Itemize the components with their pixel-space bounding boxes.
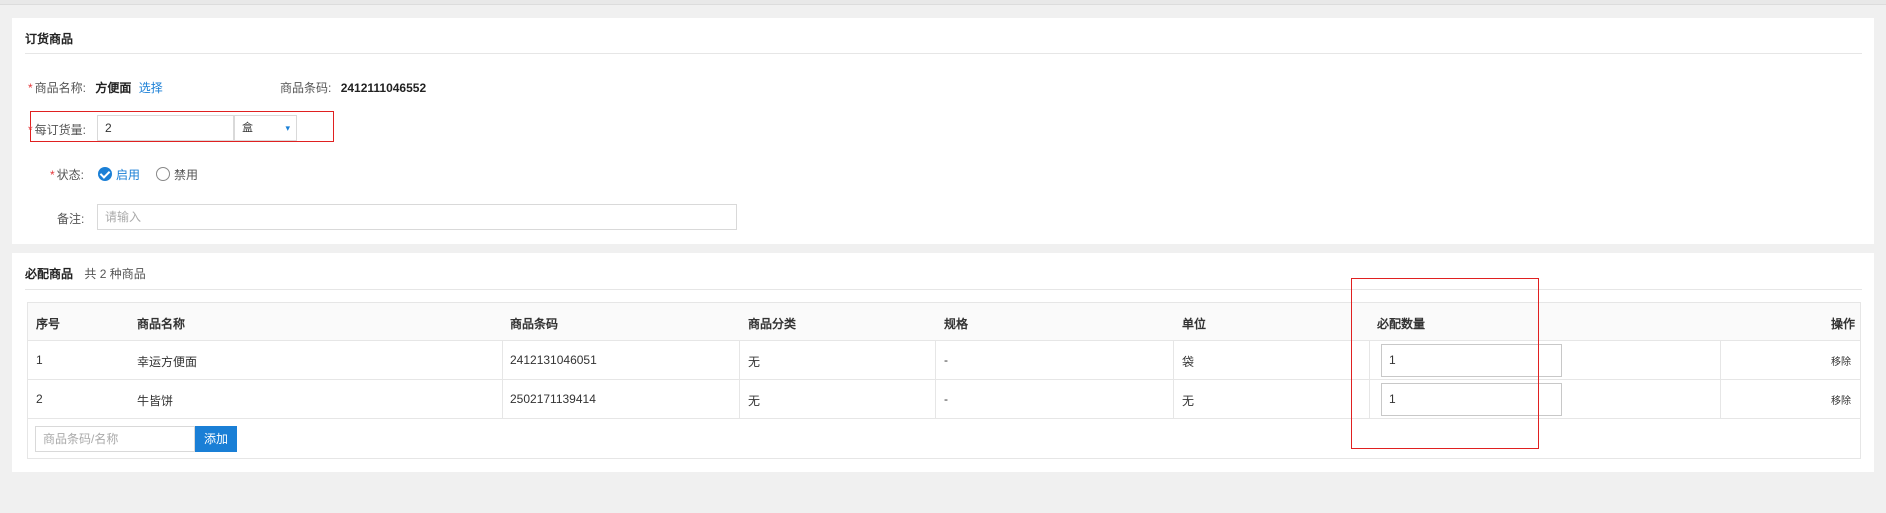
table-header: 序号 商品名称 商品条码 商品分类 规格 单位 必配数量 操作 xyxy=(28,303,1860,341)
radio-disabled-icon[interactable] xyxy=(156,167,170,181)
divider xyxy=(25,289,1862,290)
col-category: 商品分类 xyxy=(748,317,797,331)
row-name: 幸运方便面 xyxy=(137,355,198,369)
remove-link[interactable]: 移除 xyxy=(1831,353,1851,368)
col-action: 操作 xyxy=(1831,317,1856,331)
table-row: 2 牛皆饼 2502171139414 无 - 无 1 移除 xyxy=(28,380,1860,419)
col-divider xyxy=(1173,341,1174,419)
barcode-value: 2412111046552 xyxy=(340,81,427,95)
dropdown-arrow-icon: ▾ xyxy=(285,123,290,133)
row-category: 无 xyxy=(748,355,761,369)
radio-enabled-icon[interactable] xyxy=(98,167,112,181)
row-index: 1 xyxy=(36,353,43,367)
required-mark: * xyxy=(28,81,33,95)
section-title: 必配商品 共 2 种商品 xyxy=(25,265,146,282)
add-button[interactable]: 添加 xyxy=(195,426,237,452)
unit-select[interactable]: 盒 ▾ xyxy=(234,115,297,141)
product-search-input[interactable]: 商品条码/名称 xyxy=(35,426,195,452)
barcode-label: 商品条码: xyxy=(280,81,332,95)
col-index: 序号 xyxy=(36,317,61,331)
row-spec: - xyxy=(944,353,948,367)
remove-link[interactable]: 移除 xyxy=(1831,392,1851,407)
row-barcode: 2412131046051 xyxy=(510,353,597,367)
col-divider xyxy=(935,341,936,419)
product-name-value: 方便面 xyxy=(95,81,132,95)
radio-disabled-label[interactable]: 禁用 xyxy=(174,166,198,183)
col-spec: 规格 xyxy=(944,317,969,331)
order-product-panel: 订货商品 * 商品名称: 方便面 选择 商品条码: 2412111046552 *… xyxy=(12,18,1874,244)
col-divider xyxy=(502,341,503,419)
row-spec: - xyxy=(944,392,948,406)
qty-label: 每订货量: xyxy=(34,123,87,137)
section-title: 订货商品 xyxy=(25,32,74,46)
barcode-field: 商品条码: 2412111046552 xyxy=(280,79,426,96)
remark-label: 备注: xyxy=(57,212,85,226)
remark-input[interactable]: 请输入 xyxy=(97,204,737,230)
qty-label-wrap: * 每订货量: xyxy=(28,121,86,138)
row-category: 无 xyxy=(748,394,761,408)
product-name-field: * 商品名称: 方便面 选择 xyxy=(28,79,163,96)
col-divider xyxy=(739,341,740,419)
col-unit: 单位 xyxy=(1182,317,1207,331)
highlight-box-required-qty xyxy=(1351,278,1539,449)
select-product-link[interactable]: 选择 xyxy=(139,81,163,95)
divider xyxy=(25,53,1862,54)
col-barcode: 商品条码 xyxy=(510,317,559,331)
col-divider xyxy=(1720,341,1721,419)
required-title: 必配商品 xyxy=(25,267,74,281)
row-unit: 无 xyxy=(1182,394,1195,408)
required-products-table: 序号 商品名称 商品条码 商品分类 规格 单位 必配数量 操作 1 幸运方便面 … xyxy=(27,302,1861,459)
product-name-label: 商品名称: xyxy=(34,81,87,95)
required-mark: * xyxy=(50,168,55,182)
row-barcode: 2502171139414 xyxy=(510,392,596,406)
row-name: 牛皆饼 xyxy=(137,394,174,408)
qty-input[interactable]: 2 xyxy=(97,115,234,141)
unit-select-value: 盒 xyxy=(242,122,253,134)
product-count: 共 2 种商品 xyxy=(84,267,146,281)
status-label: 状态: xyxy=(56,168,85,182)
row-index: 2 xyxy=(36,392,43,406)
radio-enabled-label[interactable]: 启用 xyxy=(116,166,140,183)
row-unit: 袋 xyxy=(1182,355,1195,369)
required-mark: * xyxy=(28,123,33,137)
status-label-wrap: * 状态: xyxy=(50,166,84,183)
table-row: 1 幸运方便面 2412131046051 无 - 袋 1 移除 xyxy=(28,341,1860,380)
top-bar xyxy=(0,0,1886,5)
col-name: 商品名称 xyxy=(137,317,186,331)
